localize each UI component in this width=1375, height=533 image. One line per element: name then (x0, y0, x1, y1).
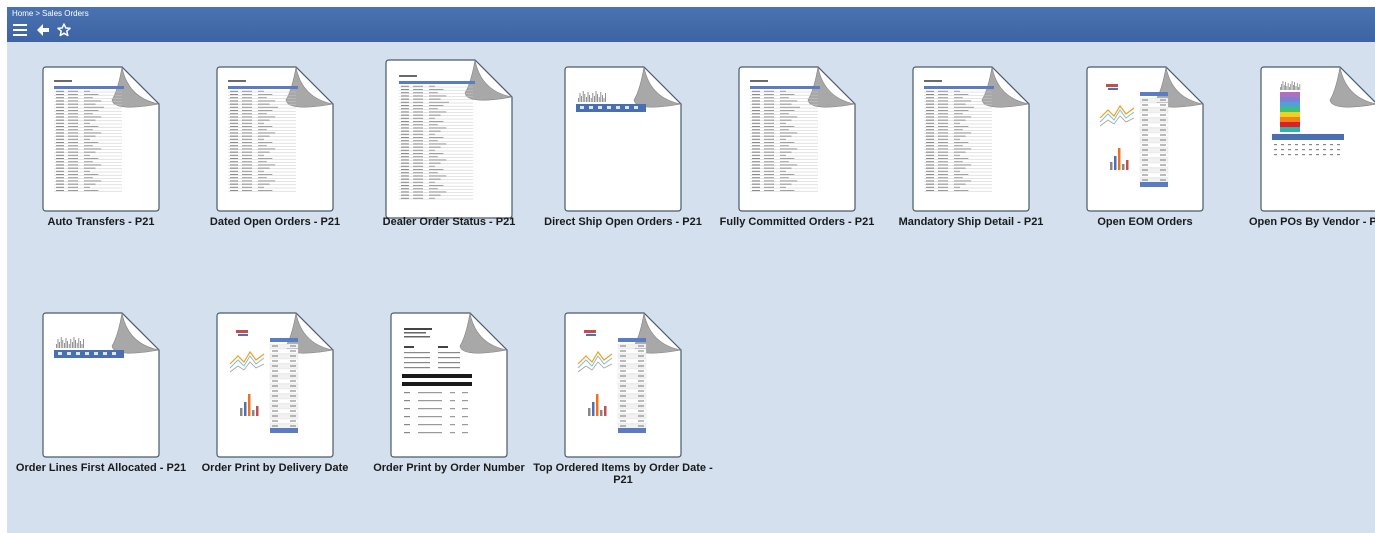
report-tile[interactable]: Dated Open Orders - P21 (181, 42, 341, 242)
breadcrumb: Home > Sales Orders (12, 9, 89, 19)
report-title: Dealer Order Status - P21 (382, 216, 516, 228)
report-title: Direct Ship Open Orders - P21 (544, 216, 702, 228)
report-tile[interactable]: Open EOM Orders (1051, 42, 1211, 242)
top-bar: Home > Sales Orders (7, 7, 1375, 42)
report-tile[interactable]: Open POs By Vendor - P21 (1225, 42, 1375, 242)
report-title: Auto Transfers - P21 (47, 216, 155, 228)
report-tile[interactable]: Order Print by Delivery Date (181, 288, 348, 488)
report-thumbnail (574, 324, 648, 444)
report-thumbnail (397, 73, 477, 205)
report-thumbnail (922, 78, 996, 198)
report-document (42, 66, 160, 212)
report-title: Order Print by Order Number (373, 462, 525, 474)
favorite-button[interactable] (56, 22, 72, 38)
hamburger-menu-icon (13, 24, 27, 36)
report-title: Mandatory Ship Detail - P21 (898, 216, 1044, 228)
report-thumbnail (574, 78, 648, 198)
report-thumbnail (748, 78, 822, 198)
report-thumbnail (226, 324, 300, 444)
report-tile[interactable]: Mandatory Ship Detail - P21 (877, 42, 1043, 242)
report-thumbnail (1096, 78, 1170, 198)
report-document (1260, 66, 1375, 212)
breadcrumb-separator: > (35, 9, 41, 18)
report-document (1086, 66, 1204, 212)
report-document (564, 66, 682, 212)
report-thumbnail (1270, 78, 1344, 198)
report-document (564, 312, 682, 458)
report-thumbnail (226, 78, 300, 198)
report-title: Order Lines First Allocated - P21 (15, 462, 187, 474)
report-tile[interactable]: Fully Committed Orders - P21 (703, 42, 874, 242)
report-tile[interactable]: Auto Transfers - P21 (7, 42, 167, 242)
report-title: Top Ordered Items by Order Date - P21 (533, 462, 713, 486)
report-document (738, 66, 856, 212)
back-button[interactable] (35, 22, 51, 38)
report-document (216, 66, 334, 212)
report-thumbnail (52, 78, 126, 198)
back-arrow-icon (37, 24, 49, 36)
report-tile[interactable]: Top Ordered Items by Order Date - P21 (529, 288, 713, 488)
report-title: Dated Open Orders - P21 (209, 216, 341, 228)
report-document (42, 312, 160, 458)
report-document (216, 312, 334, 458)
report-gallery: Auto Transfers - P21 Dated Open Orders - … (7, 42, 1375, 533)
star-outline-icon (57, 23, 71, 37)
report-title: Order Print by Delivery Date (201, 462, 349, 474)
breadcrumb-current: Sales Orders (42, 9, 89, 18)
report-document (385, 59, 513, 219)
menu-button[interactable] (12, 22, 28, 38)
breadcrumb-home-link[interactable]: Home (12, 9, 33, 18)
report-document (912, 66, 1030, 212)
report-tile[interactable]: Direct Ship Open Orders - P21 (529, 42, 702, 242)
report-title: Fully Committed Orders - P21 (719, 216, 875, 228)
report-tile[interactable]: Dealer Order Status - P21 (355, 42, 515, 242)
report-title: Open POs By Vendor - P21 (1249, 216, 1375, 228)
report-document (390, 312, 508, 458)
report-thumbnail (52, 324, 126, 444)
report-tile[interactable]: Order Lines First Allocated - P21 (7, 288, 186, 488)
report-thumbnail (400, 324, 474, 444)
report-tile[interactable]: Order Print by Order Number (355, 288, 525, 488)
report-title: Open EOM Orders (1097, 216, 1193, 228)
